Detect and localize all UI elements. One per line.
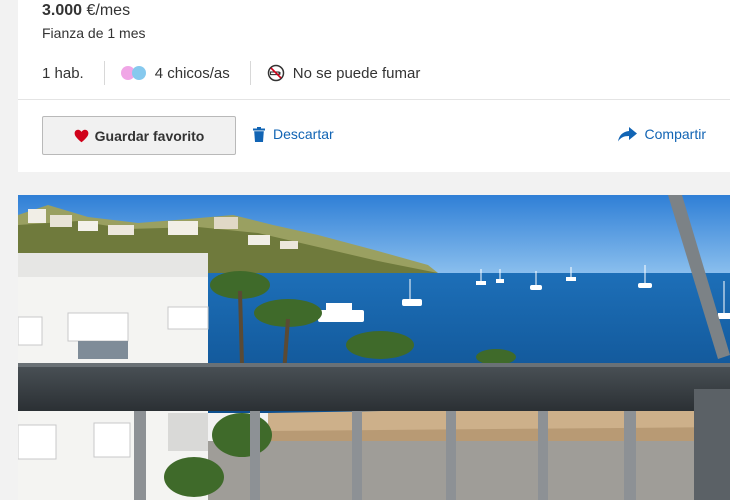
smoking-label: No se puede fumar: [292, 64, 421, 82]
price: 3.000 €/mes: [42, 2, 130, 20]
discard-link[interactable]: Descartar: [253, 126, 334, 142]
save-favorite-label: Guardar favorito: [94, 127, 205, 144]
card-divider: [18, 99, 730, 100]
price-unit: €/mes: [86, 2, 131, 19]
listing-card: 3.000 €/mes Fianza de 1 mes 1 hab. 4 chi…: [18, 0, 730, 172]
features-row: 1 hab. 4 chicos/as No se puede fumar: [42, 60, 420, 86]
feature-smoking: No se puede fumar: [267, 60, 421, 86]
share-arrow-icon: [617, 126, 637, 141]
share-label: Compartir: [644, 126, 706, 142]
feature-rooms: 1 hab.: [42, 60, 84, 86]
feature-roommates: 4 chicos/as: [120, 60, 230, 86]
blue-dot: [131, 66, 146, 80]
gender-dots-icon: [120, 65, 151, 81]
feature-divider: [103, 61, 105, 85]
save-favorite-button[interactable]: Guardar favorito: [42, 116, 236, 155]
share-link[interactable]: Compartir: [617, 126, 706, 142]
heart-icon: [74, 129, 89, 142]
rooms-label: 1 hab.: [42, 64, 84, 82]
price-amount: 3.000: [42, 2, 83, 19]
trash-icon: [253, 126, 265, 142]
deposit-info: Fianza de 1 mes: [42, 25, 146, 41]
no-smoking-icon: [267, 64, 285, 82]
roommates-label: 4 chicos/as: [154, 64, 230, 82]
listing-photo[interactable]: [18, 195, 730, 500]
discard-label: Descartar: [273, 126, 334, 142]
feature-divider: [249, 61, 251, 85]
balcony-sea-view-image: [18, 195, 730, 500]
